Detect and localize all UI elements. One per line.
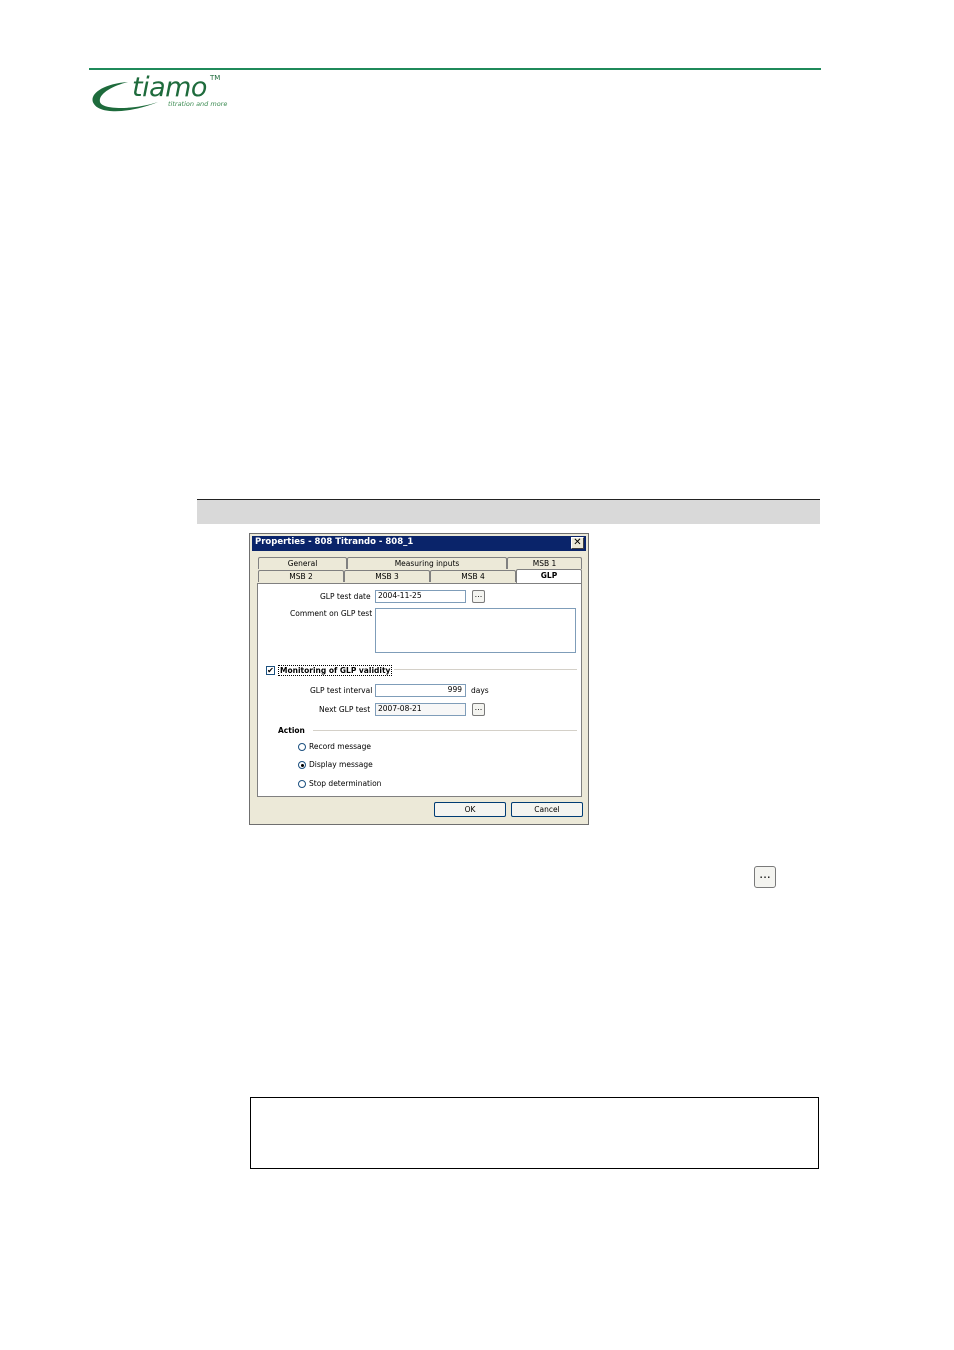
glp-test-date-field[interactable]: 2004-11-25 (375, 590, 466, 603)
interval-field[interactable]: 999 (375, 684, 466, 697)
monitoring-checkbox[interactable]: ✔ (266, 666, 275, 675)
radio-display-message[interactable] (298, 761, 306, 769)
ok-button[interactable]: OK (434, 802, 506, 817)
action-separator (313, 730, 577, 731)
radio-record-message-label: Record message (309, 742, 372, 751)
ellipsis-icon: ... (474, 703, 483, 712)
comment-label: Comment on GLP test (290, 609, 373, 618)
properties-dialog: Properties - 808 Titrando - 808_1 ✕ Gene… (249, 533, 589, 825)
checkmark-icon: ✔ (267, 666, 274, 675)
logo-brand-text: tiamo (132, 72, 207, 103)
action-label: Action (278, 726, 305, 735)
radio-selected-dot (301, 764, 304, 767)
note-box (250, 1097, 819, 1169)
tab-msb-3[interactable]: MSB 3 (344, 570, 430, 582)
interval-label: GLP test interval (310, 686, 373, 695)
dialog-title: Properties - 808 Titrando - 808_1 (255, 537, 414, 547)
tab-glp[interactable]: GLP (516, 569, 582, 583)
section-header-bar (197, 499, 820, 524)
dialog-titlebar: Properties - 808 Titrando - 808_1 ✕ (252, 536, 586, 551)
next-glp-test-field: 2007-08-21 (375, 703, 466, 716)
browse-button-icon: ... (754, 866, 776, 888)
glp-test-date-picker-button[interactable]: ... (472, 590, 485, 603)
tiamo-logo: tiamo TM titration and more (88, 72, 238, 118)
radio-display-message-label: Display message (309, 760, 373, 769)
tab-general[interactable]: General (258, 557, 347, 569)
tab-measuring-inputs[interactable]: Measuring inputs (347, 557, 507, 569)
logo-trademark: TM (210, 74, 221, 82)
next-glp-test-label: Next GLP test (319, 705, 371, 714)
glp-test-date-label: GLP test date (320, 592, 371, 601)
radio-stop-determination[interactable] (298, 780, 306, 788)
close-button[interactable]: ✕ (571, 537, 584, 549)
radio-record-message[interactable] (298, 743, 306, 751)
tab-msb-4[interactable]: MSB 4 (430, 570, 516, 582)
monitoring-label: Monitoring of GLP validity (278, 665, 393, 676)
tab-msb-1[interactable]: MSB 1 (507, 557, 582, 569)
tab-msb-2[interactable]: MSB 2 (258, 570, 344, 582)
glp-tab-panel: GLP test date 2004-11-25 ... Comment on … (257, 583, 582, 797)
header-rule (89, 68, 821, 70)
logo-tagline: titration and more (168, 100, 228, 108)
interval-unit: days (471, 686, 489, 695)
cancel-button[interactable]: Cancel (511, 802, 583, 817)
monitoring-separator (394, 669, 577, 670)
next-glp-test-picker-button[interactable]: ... (472, 703, 485, 716)
radio-stop-determination-label: Stop determination (309, 779, 382, 788)
ellipsis-icon: ... (474, 590, 483, 599)
close-icon: ✕ (573, 537, 582, 548)
comment-textarea[interactable] (375, 608, 576, 653)
